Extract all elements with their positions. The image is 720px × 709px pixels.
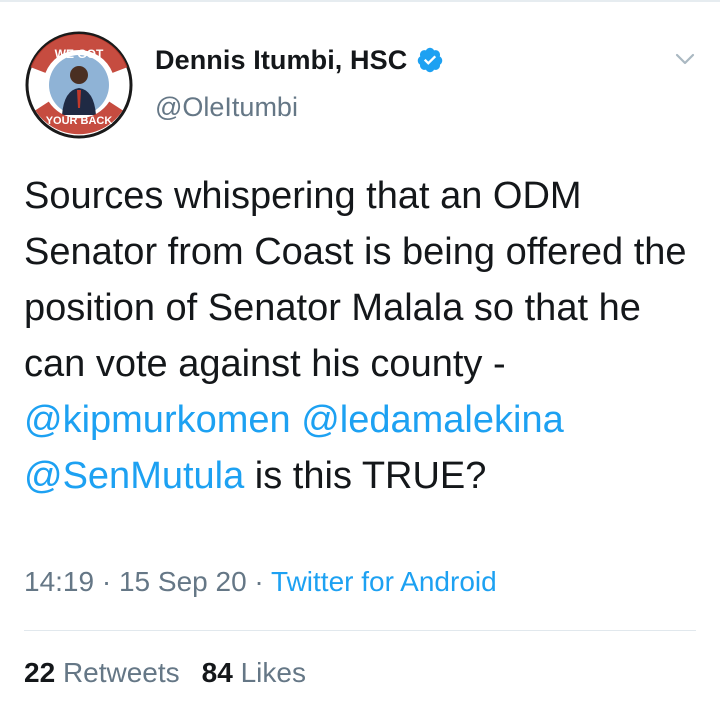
avatar-badge-text-top: WE GOT	[55, 47, 104, 61]
author-block: Dennis Itumbi, HSC @OleItumbi	[155, 40, 444, 123]
display-name[interactable]: Dennis Itumbi, HSC	[155, 45, 407, 76]
tweet-date[interactable]: 15 Sep 20	[119, 566, 247, 597]
mention-link[interactable]: @ledamalekina	[301, 399, 564, 441]
verified-badge-icon	[416, 46, 444, 74]
tweet-metadata: 14:19 · 15 Sep 20 · Twitter for Android	[24, 566, 497, 598]
top-border	[0, 0, 720, 2]
avatar-badge-text-bottom: YOUR BACK	[46, 115, 113, 127]
divider	[24, 630, 696, 631]
tweet-stats: 22 Retweets 84 Likes	[24, 657, 306, 689]
meta-separator: ·	[246, 566, 272, 597]
tweet-text-body: Sources whispering that an ODM Senator f…	[24, 175, 687, 385]
tweet-time[interactable]: 14:19	[24, 566, 94, 597]
tweet-text: Sources whispering that an ODM Senator f…	[24, 168, 699, 504]
chevron-down-icon[interactable]	[674, 48, 696, 70]
likes-stat[interactable]: 84 Likes	[202, 657, 306, 688]
retweets-stat[interactable]: 22 Retweets	[24, 657, 180, 688]
likes-label: Likes	[240, 657, 306, 688]
author-name-row[interactable]: Dennis Itumbi, HSC	[155, 40, 444, 80]
meta-separator: ·	[94, 566, 119, 597]
mention-link[interactable]: @SenMutula	[24, 455, 244, 497]
mention-link[interactable]: @kipmurkomen	[24, 399, 291, 441]
retweets-count: 22	[24, 657, 56, 688]
avatar[interactable]: WE GOT YOUR BACK	[24, 30, 134, 140]
tweet-text-tail: is this TRUE?	[244, 455, 487, 497]
user-handle[interactable]: @OleItumbi	[155, 92, 444, 123]
retweets-label: Retweets	[62, 657, 180, 688]
likes-count: 84	[201, 657, 233, 688]
tweet-source[interactable]: Twitter for Android	[271, 566, 497, 597]
